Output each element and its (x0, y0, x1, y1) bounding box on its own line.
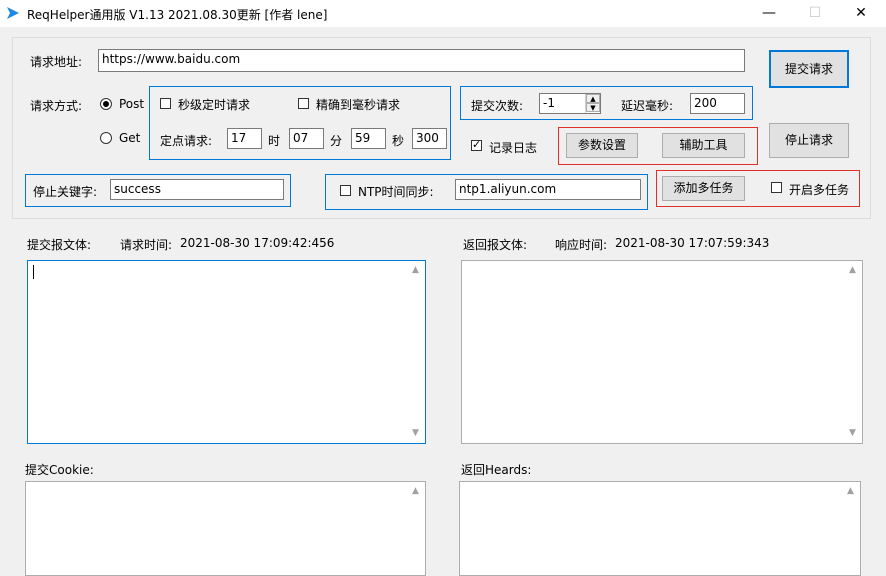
delay-label: 延迟毫秒: (621, 99, 674, 113)
ntp-checkbox[interactable] (340, 185, 351, 196)
fixed-time-label: 定点请求: (160, 134, 213, 148)
post-radio-label: Post (119, 97, 145, 111)
stop-keyword-input[interactable]: success (110, 179, 284, 200)
millisecond-input[interactable]: 300 (412, 128, 447, 149)
request-body-label: 提交报文体: (27, 238, 92, 252)
second-input[interactable]: 59 (351, 128, 386, 149)
ntp-server-input[interactable]: ntp1.aliyun.com (455, 179, 641, 200)
title-bar: ReqHelper通用版 V1.13 2021.08.30更新 [作者 lene… (0, 0, 886, 27)
cookie-textarea[interactable]: ▲ (25, 481, 426, 576)
request-time-label: 请求时间: (120, 238, 173, 252)
get-radio[interactable] (100, 132, 112, 144)
response-body-label: 返回报文体: (463, 238, 528, 252)
get-radio-label: Get (119, 131, 141, 145)
minimize-button[interactable]: — (746, 0, 792, 27)
delay-input[interactable]: 200 (690, 93, 745, 114)
headers-scrollbar[interactable]: ▲ (842, 483, 859, 574)
spin-up-icon[interactable]: ▲ (586, 94, 600, 103)
close-button[interactable]: ✕ (838, 0, 884, 27)
submit-count-label: 提交次数: (471, 99, 524, 113)
submit-request-button[interactable]: 提交请求 (769, 50, 849, 88)
scroll-up-icon[interactable]: ▲ (407, 262, 424, 279)
stop-request-button[interactable]: 停止请求 (769, 123, 849, 158)
ms-precise-checkbox[interactable] (298, 98, 309, 109)
scroll-down-icon[interactable]: ▼ (844, 425, 861, 442)
window-title: ReqHelper通用版 V1.13 2021.08.30更新 [作者 lene… (27, 8, 328, 22)
add-multi-task-button[interactable]: 添加多任务 (662, 176, 745, 201)
params-settings-button[interactable]: 参数设置 (566, 133, 638, 158)
second-timer-checkbox[interactable] (160, 98, 171, 109)
text-caret (33, 265, 34, 279)
app-logo-icon (7, 7, 19, 19)
minute-input[interactable]: 07 (289, 128, 324, 149)
ms-precise-label: 精确到毫秒请求 (316, 98, 401, 112)
scroll-up-icon[interactable]: ▲ (407, 483, 424, 500)
ntp-label: NTP时间同步: (358, 185, 434, 199)
url-input[interactable]: https://www.baidu.com (98, 49, 745, 72)
scroll-up-icon[interactable]: ▲ (842, 483, 859, 500)
hour-input[interactable]: 17 (227, 128, 262, 149)
helper-tools-button[interactable]: 辅助工具 (662, 133, 745, 158)
scroll-down-icon[interactable]: ▼ (407, 425, 424, 442)
cookie-scrollbar[interactable]: ▲ (407, 483, 424, 574)
headers-label: 返回Heards: (461, 463, 532, 477)
log-checkbox[interactable] (471, 138, 482, 151)
stop-keyword-label: 停止关键字: (33, 185, 98, 199)
second-timer-label: 秒级定时请求 (178, 98, 251, 112)
response-body-scrollbar[interactable]: ▲ ▼ (844, 262, 861, 442)
request-body-scrollbar[interactable]: ▲ ▼ (407, 262, 424, 442)
scroll-up-icon[interactable]: ▲ (844, 262, 861, 279)
request-time-value: 2021-08-30 17:09:42:456 (180, 236, 335, 250)
enable-multi-task-checkbox[interactable] (771, 182, 782, 193)
spin-down-icon[interactable]: ▼ (586, 103, 600, 112)
post-radio[interactable] (100, 98, 112, 110)
maximize-button[interactable]: ☐ (792, 0, 838, 27)
submit-count-value: -1 (543, 96, 555, 110)
second-unit: 秒 (392, 134, 405, 148)
method-label: 请求方式: (30, 99, 83, 113)
headers-textarea[interactable]: ▲ (459, 481, 861, 576)
response-time-value: 2021-08-30 17:07:59:343 (615, 236, 770, 250)
count-spinner[interactable]: ▲ ▼ (585, 94, 600, 113)
request-body-textarea[interactable]: ▲ ▼ (27, 260, 426, 444)
enable-multi-task-label: 开启多任务 (789, 183, 850, 197)
log-label: 记录日志 (489, 141, 538, 155)
hour-unit: 时 (268, 134, 281, 148)
response-time-label: 响应时间: (555, 238, 608, 252)
cookie-label: 提交Cookie: (25, 463, 94, 477)
url-label: 请求地址: (30, 55, 83, 69)
response-body-textarea[interactable]: ▲ ▼ (461, 260, 863, 444)
minute-unit: 分 (330, 134, 343, 148)
